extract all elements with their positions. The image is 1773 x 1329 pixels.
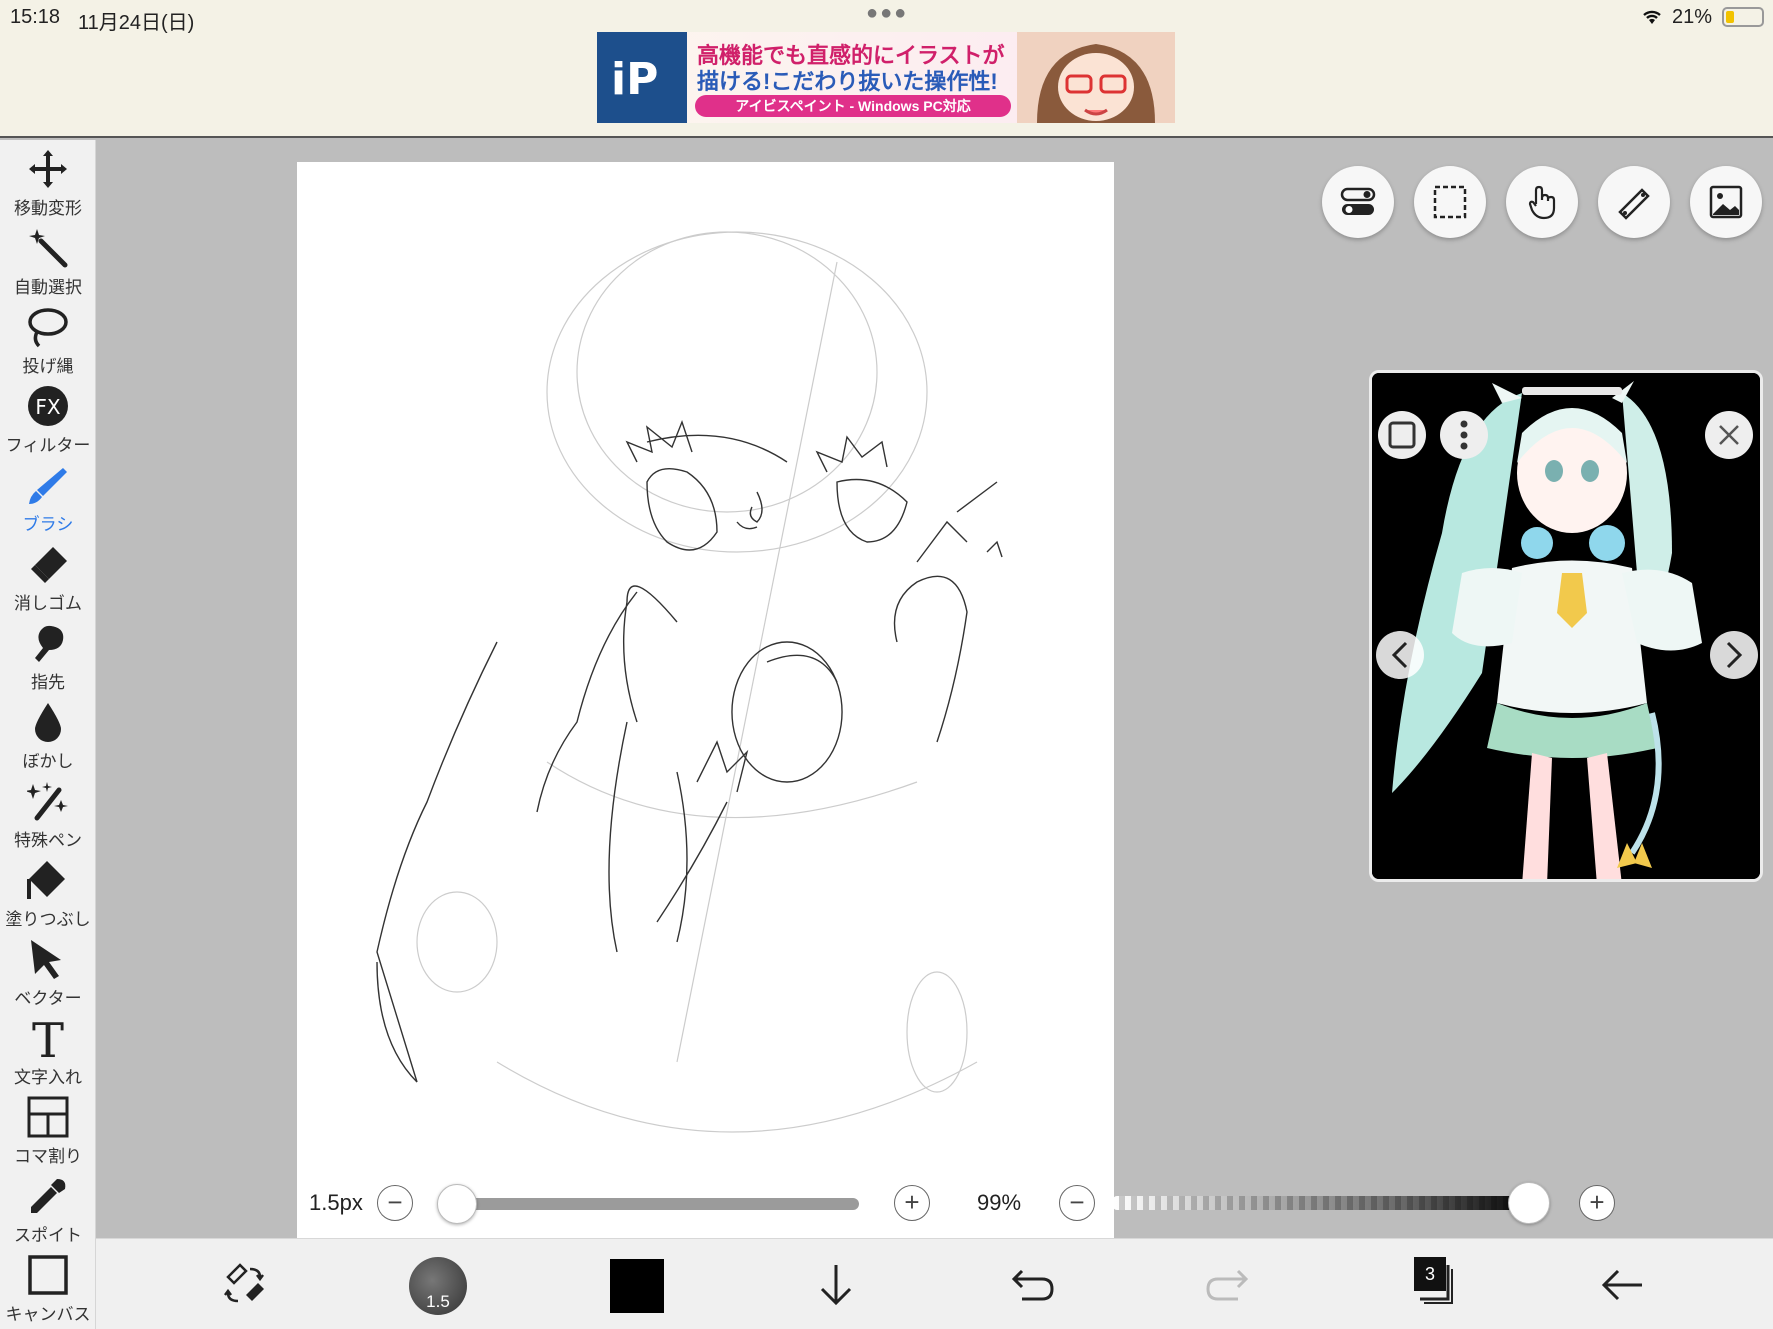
eyedropper-icon [31,1179,66,1213]
arrow-down-icon [820,1265,852,1306]
brush-preview-size: 1.5 [426,1292,450,1311]
quick-switch-button[interactable] [214,1255,274,1315]
material-toggle-button[interactable] [1322,166,1394,238]
svg-text:T: T [32,1017,64,1059]
tool-canvas[interactable]: キャンバス [0,1252,96,1329]
back-button[interactable] [1592,1255,1652,1315]
ruler-button[interactable] [1598,166,1670,238]
status-time: 15:18 [10,6,61,28]
tool-eyedropper[interactable]: スポイト [0,1173,96,1251]
layers-icon [1420,1265,1453,1304]
drawing-canvas[interactable] [297,162,1114,1238]
square-outline-icon [1388,421,1416,449]
move-icon [29,150,67,188]
brush-size-slider-knob[interactable] [437,1184,477,1224]
lasso-icon [28,308,68,348]
opacity-decrease-button[interactable]: − [1059,1185,1095,1221]
layers-button[interactable]: 3 [1408,1257,1458,1307]
chevron-left-icon [1391,641,1408,669]
ad-banner[interactable]: iP 高機能でも直感的にイラストが 描ける!こだわり抜いた操作性! アイビスペイ… [597,32,1175,123]
reference-frame-button[interactable] [1378,411,1426,459]
tool-auto-select[interactable]: 自動選択 [0,225,96,303]
tool-frame-divider[interactable]: コマ割り [0,1094,96,1172]
toggle-switch-icon [1340,187,1376,215]
swap-tools-icon [224,1263,264,1303]
tool-text[interactable]: T 文字入れ [0,1015,96,1093]
reference-window[interactable] [1369,370,1763,882]
tool-fill[interactable]: 塗りつぶし [0,857,96,935]
magic-wand-icon [29,229,68,268]
redo-button[interactable] [1198,1255,1258,1315]
undo-button[interactable] [1002,1255,1062,1315]
opacity-slider-knob[interactable] [1507,1182,1550,1224]
tool-eraser[interactable]: 消しゴム [0,541,96,619]
hand-icon [1528,185,1556,220]
image-icon [1709,185,1743,219]
brush-size-increase-button[interactable]: + [894,1185,930,1221]
text-icon: T [32,1017,64,1059]
arrow-left-icon [1601,1269,1642,1301]
canvas-icon [28,1255,68,1295]
wifi-icon [1643,10,1661,24]
battery-percent: 21% [1672,6,1713,28]
bottom-toolbar: 1.5 3 [96,1238,1773,1329]
reference-next-button[interactable] [1710,631,1758,679]
ad-subheadline: 描ける!こだわり抜いた操作性! [697,69,998,94]
brush-preview-button[interactable]: 1.5 [409,1257,467,1315]
ruler-icon [1618,188,1650,220]
undo-icon [1011,1269,1054,1301]
current-color-swatch[interactable] [610,1259,664,1313]
brush-size-value: 1.5px [309,1190,363,1215]
tool-vector[interactable]: ベクター [0,936,96,1014]
hand-button[interactable] [1506,166,1578,238]
status-date: 11月24日(日) [78,12,195,34]
ad-character-image [1017,32,1175,123]
reference-image-button[interactable] [1690,166,1762,238]
opacity-track[interactable] [1113,1196,1533,1210]
tool-filter[interactable]: FX フィルター [0,383,96,461]
chevron-right-icon [1726,641,1743,669]
fx-icon: FX [28,386,68,426]
tool-lasso[interactable]: 投げ縄 [0,304,96,382]
brush-size-track[interactable] [459,1198,859,1210]
battery-icon [1722,7,1764,27]
close-icon [1719,425,1739,445]
tool-finger[interactable]: 指先 [0,620,96,698]
tool-palette: 移動変形 自動選択 投げ縄 FX フィルター ブラシ 消しゴム 指先 ぼかし 特… [0,140,96,1329]
tool-move[interactable]: 移動変形 [0,146,96,224]
brush-size-decrease-button[interactable]: − [377,1185,413,1221]
reference-prev-button[interactable] [1376,631,1424,679]
ad-badge: アイビスペイント - Windows PC対応 [695,95,1011,117]
svg-text:FX: FX [35,395,61,419]
vector-arrow-icon [31,940,61,979]
app-logo: iP [597,32,687,123]
redo-icon [1206,1269,1249,1301]
finger-icon [35,625,64,662]
top-banner-area: 15:18 11月24日(日) ●●● 21% iP 高機能でも直感的にイラスト… [0,0,1773,138]
special-pen-icon [27,782,68,821]
reference-menu-button[interactable] [1440,411,1488,459]
line-art-drawing [376,231,1003,1133]
tool-special-pen[interactable]: 特殊ペン [0,778,96,856]
eraser-icon [31,547,67,583]
fill-icon [27,861,65,899]
more-vertical-icon [1460,420,1468,450]
reference-close-button[interactable] [1705,411,1753,459]
dashed-selection-icon [1433,185,1467,219]
selection-button[interactable] [1414,166,1486,238]
multitask-dots-icon[interactable]: ●●● [866,2,908,25]
tool-blur[interactable]: ぼかし [0,699,96,777]
blur-drop-icon [35,703,61,742]
opacity-increase-button[interactable]: + [1579,1185,1615,1221]
frame-divider-icon [27,1096,69,1138]
opacity-value: 99% [977,1190,1022,1215]
brush-icon [29,468,67,504]
download-button[interactable] [806,1255,866,1315]
tool-brush[interactable]: ブラシ [0,462,96,540]
brush-sliders: 1.5px − + 99% − + [297,1176,1773,1230]
